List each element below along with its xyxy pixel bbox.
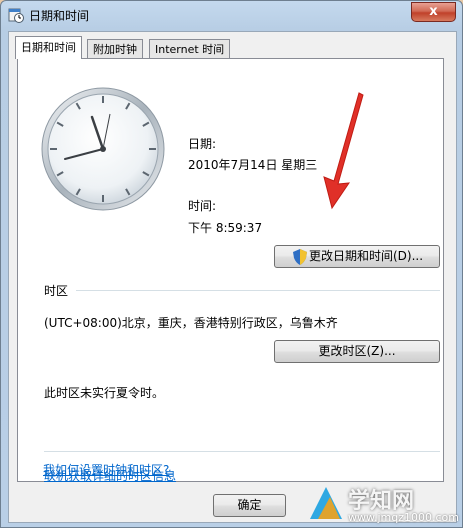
tab-date-time[interactable]: 日期和时间 — [15, 36, 82, 59]
annotation-arrow — [323, 92, 364, 210]
watermark-url: www.jmqz1000.com — [348, 511, 459, 524]
date-time-dialog: 日期和时间 x 日期和时间 附加时钟 Internet 时间 日期: 2010年… — [0, 0, 463, 528]
site-logo-icon — [310, 487, 342, 519]
watermark: 学知网 www.jmqz1000.com — [306, 481, 462, 527]
